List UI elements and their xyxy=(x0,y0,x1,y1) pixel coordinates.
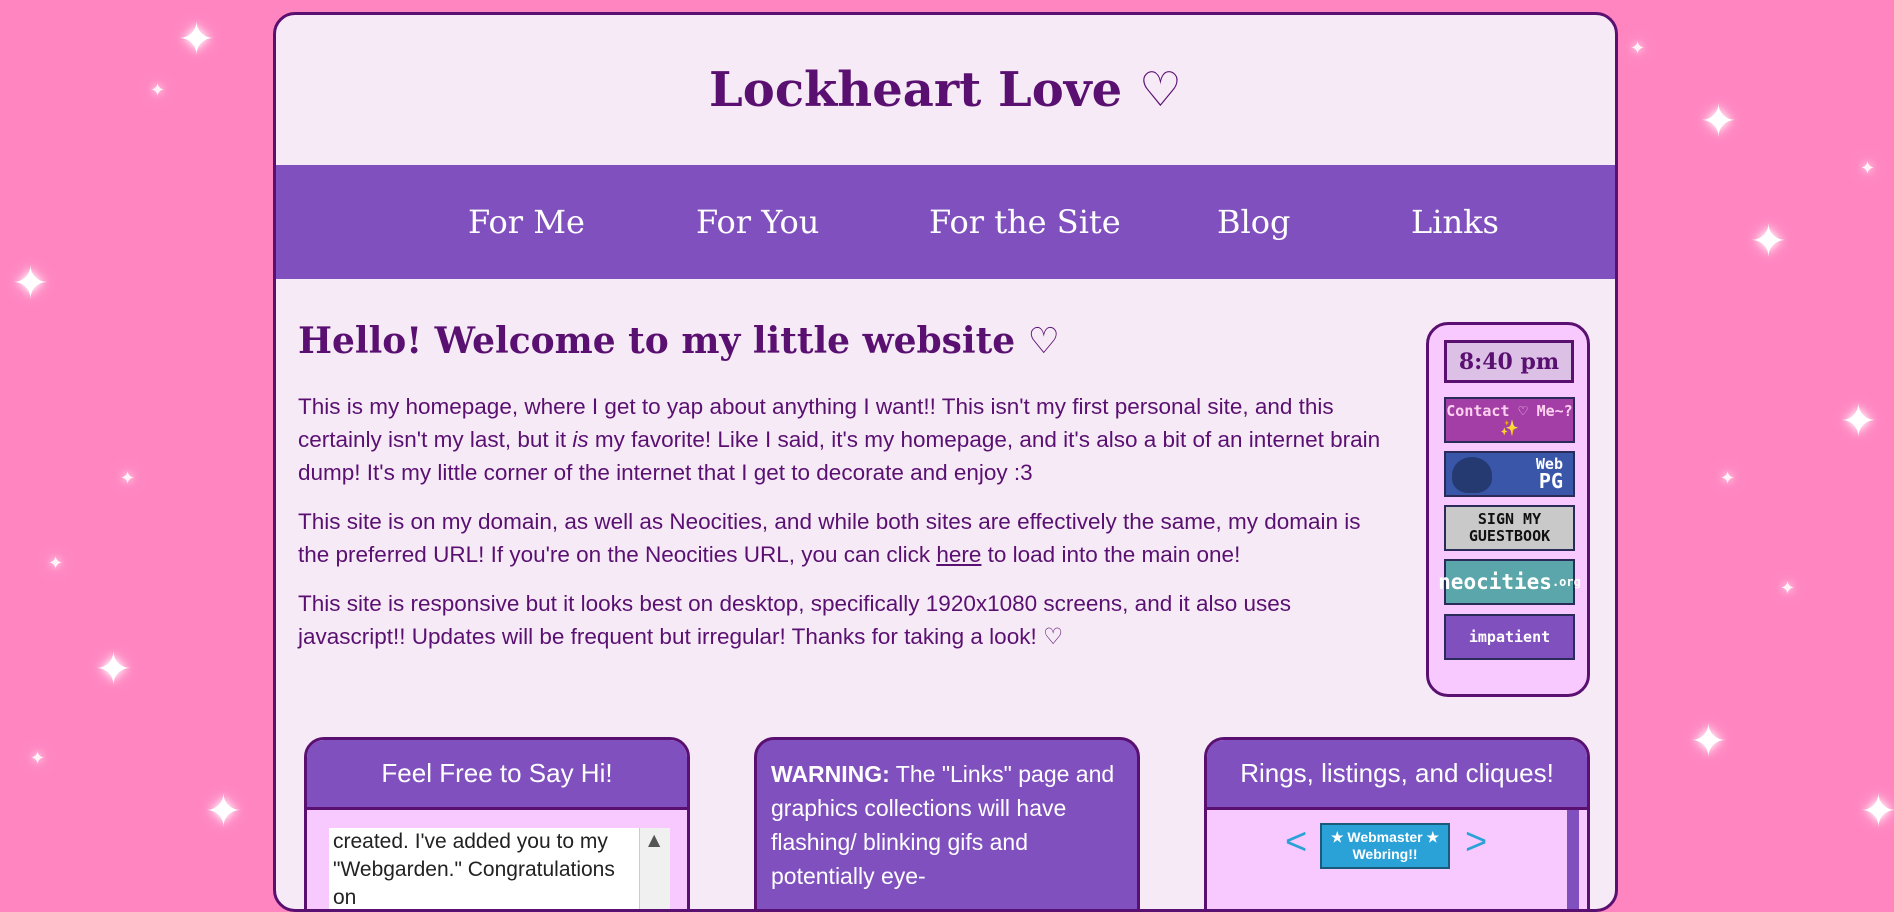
sparkle-icon: ✦ xyxy=(30,748,46,769)
intro-emphasis: is xyxy=(572,427,589,452)
sparkle-icon: ✦ xyxy=(205,786,242,837)
sparkle-icon: ✦ xyxy=(95,644,132,695)
nav-for-the-site[interactable]: For the Site xyxy=(929,203,1121,241)
sidebar-buttons: 8:40 pm Contact ♡ Me~? ✨ Web PG SIGN MY G… xyxy=(1426,322,1590,697)
domain-link[interactable]: here xyxy=(936,542,981,567)
guestbook-scrollbar[interactable]: ▲ xyxy=(639,828,670,909)
nav-blog[interactable]: Blog xyxy=(1217,203,1291,241)
responsive-paragraph: This site is responsive but it looks bes… xyxy=(298,591,1292,649)
sparkle-icon: ✦ xyxy=(48,553,64,574)
neocities-label: neocities xyxy=(1438,569,1552,594)
impatient-button[interactable]: impatient xyxy=(1444,614,1575,660)
welcome-section: Hello! Welcome to my little website ♡ Th… xyxy=(298,320,1398,669)
webpg-label-bottom: PG xyxy=(1538,469,1563,493)
warning-label: WARNING: xyxy=(771,761,890,787)
neocities-button[interactable]: neocities .org xyxy=(1438,559,1581,605)
say-hi-card: Feel Free to Say Hi! created. I've added… xyxy=(304,737,690,909)
guestbook-button[interactable]: SIGN MY GUESTBOOK xyxy=(1444,505,1575,551)
clock-display: 8:40 pm xyxy=(1444,340,1574,383)
domain-text-cont: to load into the main one! xyxy=(981,542,1241,567)
rings-scrollbar[interactable] xyxy=(1567,810,1579,909)
sparkle-icon: ✦ xyxy=(150,80,166,101)
nav-links[interactable]: Links xyxy=(1411,203,1499,241)
webpg-button[interactable]: Web PG xyxy=(1444,451,1575,497)
rings-card: Rings, listings, and cliques! < ★ Webmas… xyxy=(1204,737,1590,909)
warning-card: WARNING: The "Links" page and graphics c… xyxy=(754,737,1140,909)
sparkle-icon: ✦ xyxy=(12,258,49,309)
sparkle-icon: ✦ xyxy=(178,14,215,65)
sparkle-icon: ✦ xyxy=(120,468,136,489)
nav-for-you[interactable]: For You xyxy=(696,203,819,241)
scroll-up-icon[interactable]: ▲ xyxy=(648,830,660,849)
sparkle-icon: ✦ xyxy=(1860,786,1894,837)
avatar-icon xyxy=(1452,457,1492,493)
neocities-org-label: .org xyxy=(1551,574,1581,589)
sparkle-icon: ✦ xyxy=(1720,468,1736,489)
nav-for-me[interactable]: For Me xyxy=(468,203,585,241)
warning-text: WARNING: The "Links" page and graphics c… xyxy=(757,740,1137,909)
main-nav: For Me For You For the Site Blog Links xyxy=(276,165,1615,279)
domain-paragraph: This site is on my domain, as well as Ne… xyxy=(298,505,1388,571)
say-hi-title: Feel Free to Say Hi! xyxy=(307,740,687,810)
sparkle-icon: ✦ xyxy=(1840,396,1877,447)
sparkle-icon: ✦ xyxy=(1700,96,1737,147)
rings-title: Rings, listings, and cliques! xyxy=(1207,740,1587,810)
webring-next[interactable]: > xyxy=(1465,821,1487,864)
sparkle-icon: ✦ xyxy=(1630,38,1646,59)
intro-paragraph: This is my homepage, where I get to yap … xyxy=(298,390,1388,489)
webring-widget: < ★ Webmaster ★ Webring!! > xyxy=(1207,815,1587,875)
sparkle-icon: ✦ xyxy=(1750,216,1787,267)
guestbook-message: created. I've added you to my "Webgarden… xyxy=(329,828,639,909)
site-title: Lockheart Love ♡ xyxy=(709,62,1182,118)
webring-prev[interactable]: < xyxy=(1285,821,1307,864)
site-container: Lockheart Love ♡ For Me For You For the … xyxy=(273,12,1618,912)
webpg-label: Web PG xyxy=(1536,456,1563,492)
contact-button[interactable]: Contact ♡ Me~? ✨ xyxy=(1444,397,1575,443)
sparkle-icon: ✦ xyxy=(1860,158,1876,179)
sparkle-icon: ✦ xyxy=(1780,578,1796,599)
welcome-heading: Hello! Welcome to my little website ♡ xyxy=(298,320,1060,362)
webring-badge[interactable]: ★ Webmaster ★ Webring!! xyxy=(1320,823,1450,869)
sparkle-icon: ✦ xyxy=(1690,716,1727,767)
